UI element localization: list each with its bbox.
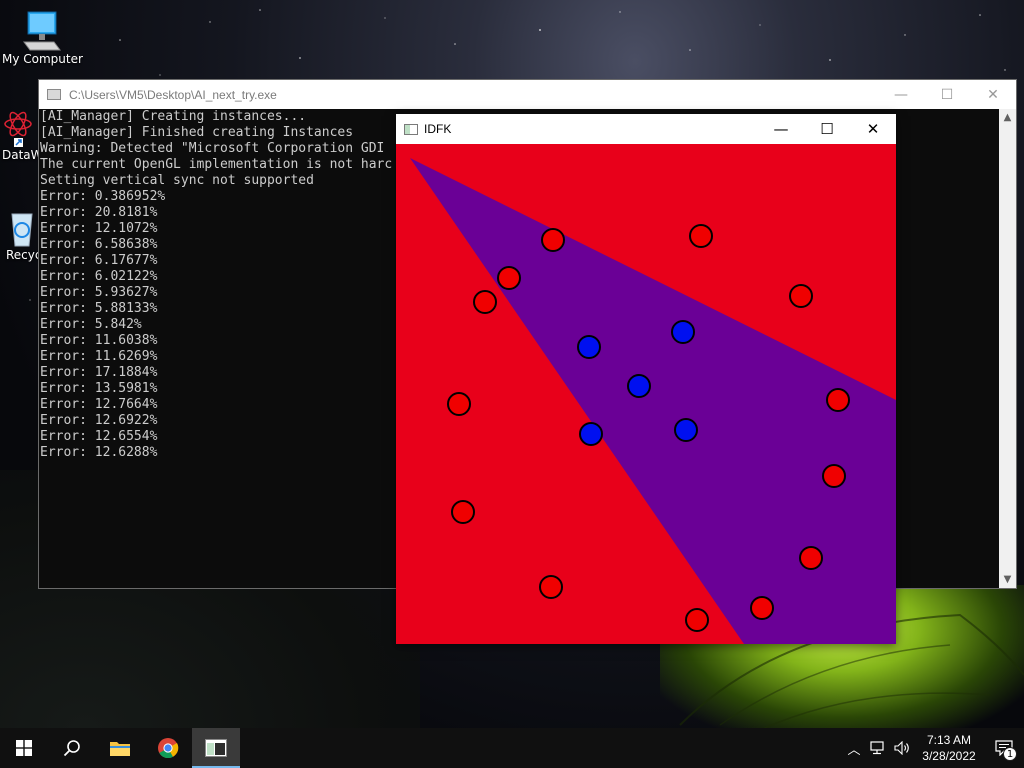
idfk-window[interactable]: IDFK — ☐ ✕ (396, 114, 896, 644)
scroll-thumb[interactable] (1001, 126, 1014, 566)
speaker-icon (894, 741, 909, 755)
atom-app-icon (4, 111, 32, 147)
notification-count-badge: 1 (1003, 747, 1017, 761)
clock-time: 7:13 AM (926, 733, 972, 747)
red-data-point (473, 290, 497, 314)
scroll-up-button[interactable]: ▲ (999, 109, 1016, 126)
red-data-point (750, 596, 774, 620)
console-title: C:\Users\VM5\Desktop\AI_next_try.exe (69, 87, 277, 102)
close-button[interactable]: ✕ (850, 114, 896, 144)
close-button[interactable]: ✕ (970, 80, 1016, 109)
console-scrollbar[interactable]: ▲ ▼ (999, 109, 1016, 588)
red-data-point (497, 266, 521, 290)
minimize-icon: — (773, 120, 789, 138)
red-data-point (447, 392, 471, 416)
red-data-point (539, 575, 563, 599)
red-data-point (822, 464, 846, 488)
network-icon (870, 741, 884, 755)
show-hidden-icons-button[interactable]: ︿ (842, 728, 866, 768)
console-app-icon (47, 89, 61, 100)
red-data-point (789, 284, 813, 308)
minimize-button[interactable]: — (758, 114, 804, 144)
idfk-app-icon (404, 123, 418, 135)
recycle-bin-icon (11, 213, 33, 247)
chevron-up-icon: ︿ (847, 742, 861, 758)
action-center-button[interactable]: 1 (984, 728, 1024, 768)
console-app-taskbar-icon (205, 739, 227, 757)
blue-data-point (674, 418, 698, 442)
idfk-title: IDFK (424, 122, 452, 136)
volume-button[interactable] (890, 728, 914, 768)
search-icon (63, 740, 80, 757)
minimize-button[interactable]: — (878, 80, 924, 109)
chevron-up-icon: ▲ (1003, 112, 1012, 123)
close-icon: ✕ (987, 86, 999, 103)
classification-canvas[interactable] (396, 144, 896, 644)
taskbar-file-explorer[interactable] (96, 728, 144, 768)
blue-data-point (627, 374, 651, 398)
computer-icon (23, 11, 61, 51)
minimize-icon: — (894, 86, 908, 103)
maximize-button[interactable]: ☐ (804, 114, 850, 144)
dataw-desktop-icon[interactable]: DataW (2, 108, 43, 162)
chrome-icon (158, 738, 179, 759)
idfk-titlebar[interactable]: IDFK — ☐ ✕ (396, 114, 896, 144)
red-data-point (541, 228, 565, 252)
red-data-point (685, 608, 709, 632)
desktop-icon-label: My Computer (2, 52, 83, 66)
clock-date: 3/28/2022 (922, 749, 976, 763)
red-data-point (689, 224, 713, 248)
network-button[interactable] (866, 728, 890, 768)
red-data-point (451, 500, 475, 524)
clock[interactable]: 7:13 AM 3/28/2022 (914, 732, 984, 764)
console-titlebar[interactable]: C:\Users\VM5\Desktop\AI_next_try.exe — ☐… (39, 80, 1016, 109)
red-data-point (826, 388, 850, 412)
search-button[interactable] (48, 728, 96, 768)
my-computer-desktop-icon[interactable]: My Computer (2, 8, 83, 66)
maximize-icon: ☐ (940, 86, 954, 103)
blue-data-point (671, 320, 695, 344)
chevron-down-icon: ▼ (1003, 574, 1012, 585)
taskbar: ︿ 7:13 AM 3/28/2022 1 (0, 728, 1024, 768)
close-icon: ✕ (866, 120, 880, 138)
system-tray: ︿ 7:13 AM 3/28/2022 1 (842, 728, 1024, 768)
start-button[interactable] (0, 728, 48, 768)
taskbar-console-app[interactable] (192, 728, 240, 768)
red-data-point (799, 546, 823, 570)
maximize-icon: ☐ (820, 120, 834, 138)
blue-data-point (579, 422, 603, 446)
scroll-down-button[interactable]: ▼ (999, 571, 1016, 588)
taskbar-chrome[interactable] (144, 728, 192, 768)
desktop-icon-label: DataW (2, 148, 43, 162)
blue-data-point (577, 335, 601, 359)
folder-icon (110, 742, 130, 756)
windows-logo-icon (16, 740, 32, 756)
maximize-button[interactable]: ☐ (924, 80, 970, 109)
